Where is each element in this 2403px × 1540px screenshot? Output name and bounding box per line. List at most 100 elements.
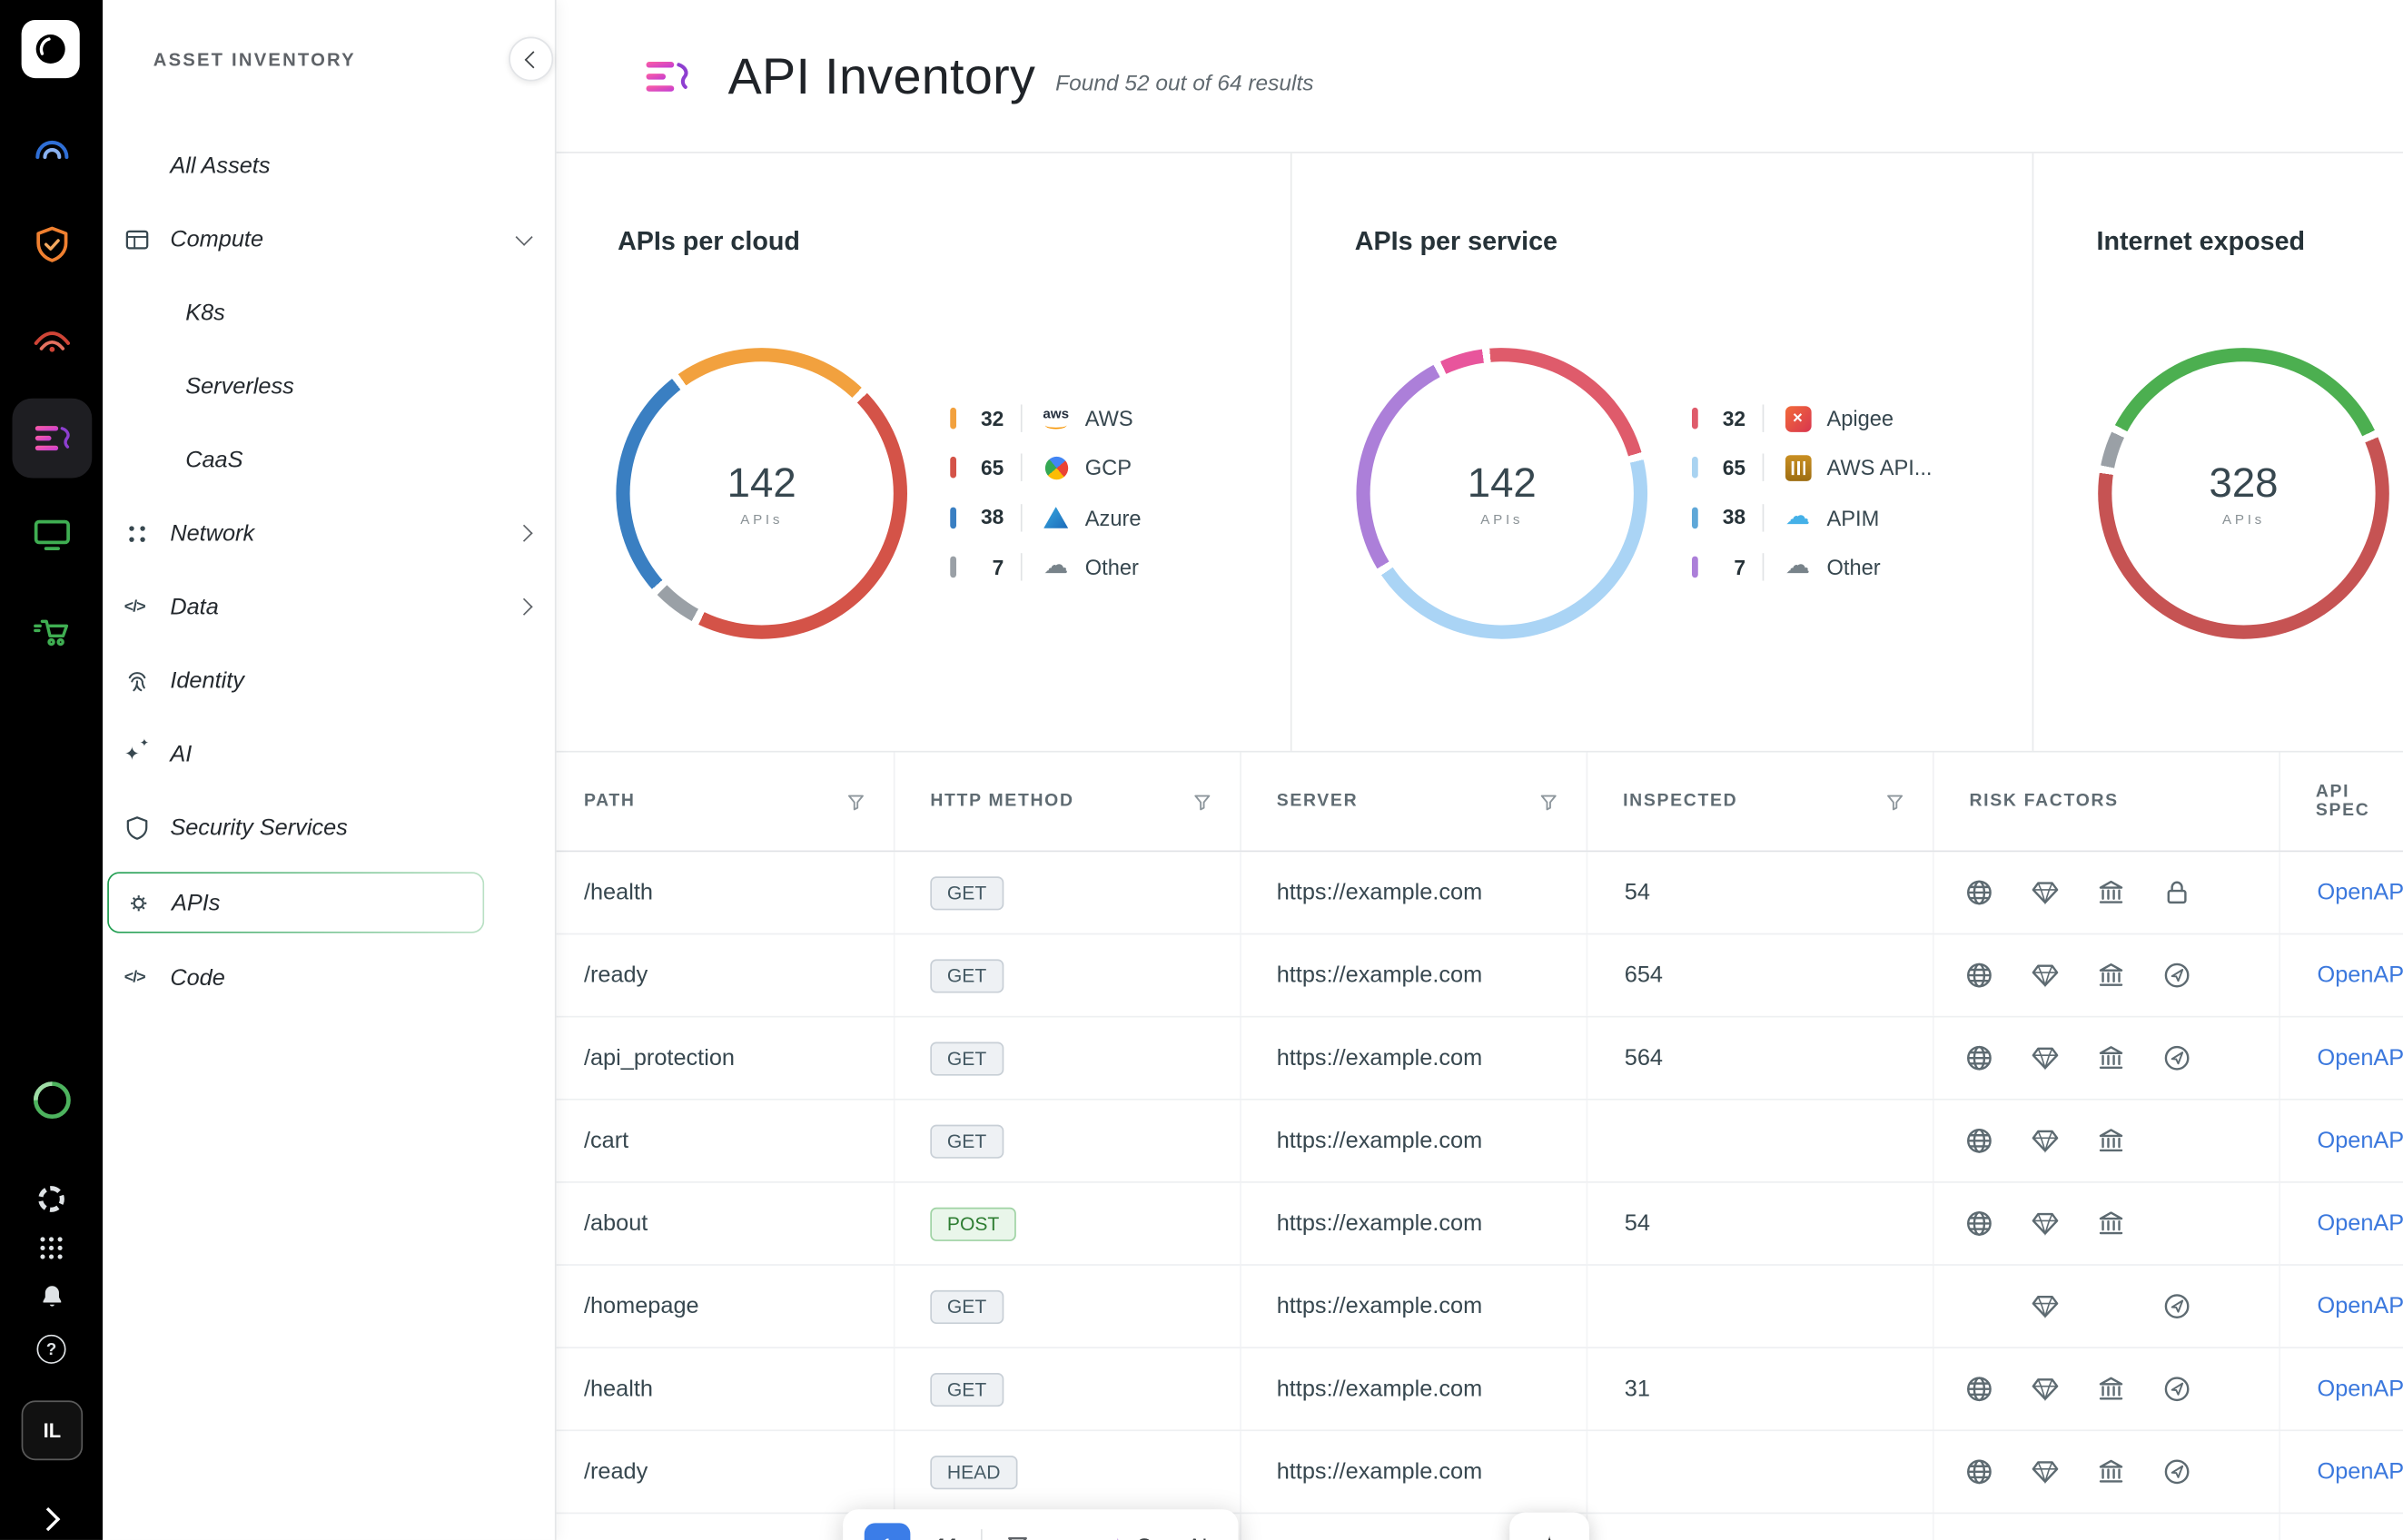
table-row[interactable]: /api_protectionGEThttps://example.com564… [555, 1018, 2403, 1101]
gem-risk-icon[interactable] [2031, 961, 2060, 990]
api-pink-icon[interactable] [12, 399, 92, 479]
gem-risk-icon[interactable] [2031, 1457, 2060, 1486]
user-avatar[interactable]: IL [22, 1400, 84, 1460]
legend-item-apim[interactable]: 38☁APIM [1692, 493, 1932, 543]
horizon-arc-icon[interactable] [12, 109, 92, 189]
api-spec-link[interactable]: OpenAPI [2318, 962, 2403, 989]
sidebar-item-compute[interactable]: Compute [103, 202, 555, 276]
table-row[interactable]: /api_protectionGEThttps://example.com99O… [555, 1514, 2403, 1540]
api-spec-link[interactable]: OpenAPI [2318, 1210, 2403, 1237]
send-risk-icon[interactable] [2162, 1043, 2191, 1072]
sidebar-collapse-button[interactable] [509, 37, 553, 82]
globe-risk-icon[interactable] [1964, 1209, 1993, 1238]
globe-risk-icon[interactable] [1964, 1375, 1993, 1404]
page-button[interactable]: 1 [865, 1523, 911, 1540]
donut-unit-label: APIs [740, 512, 783, 528]
risk-factors-cell [1934, 1101, 2280, 1181]
building-risk-icon[interactable] [2097, 1126, 2126, 1155]
sidebar-item-identity[interactable]: Identity [103, 644, 555, 717]
gem-risk-icon[interactable] [2031, 1126, 2060, 1155]
filter-icon[interactable] [846, 792, 866, 812]
bottom-toolbar: 1 44 ✦ Orca AI [843, 1509, 1238, 1540]
orca-logo[interactable] [22, 20, 80, 78]
monitor-icon[interactable] [12, 495, 92, 575]
sidebar-item-caas[interactable]: CaaS [103, 423, 555, 497]
table-row[interactable]: /healthGEThttps://example.com31OpenAPI [555, 1348, 2403, 1431]
http-method-badge: POST [930, 1207, 1016, 1240]
send-risk-icon[interactable] [2162, 1375, 2191, 1404]
floating-action-button[interactable]: ✦ [1509, 1513, 1589, 1540]
globe-risk-icon[interactable] [1964, 961, 1993, 990]
legend-item-aws-api[interactable]: 65AWS API... [1692, 443, 1932, 493]
legend-item-gcp[interactable]: 65GCP [950, 443, 1141, 493]
sidebar-item-all-assets[interactable]: All Assets [103, 129, 555, 202]
help-icon[interactable]: ? [0, 1335, 103, 1364]
ring-icon[interactable] [0, 1077, 103, 1123]
cart-icon[interactable] [12, 591, 92, 671]
radar-eye-icon[interactable] [12, 301, 92, 381]
filter-icon[interactable] [1192, 792, 1212, 812]
sidebar-item-ai[interactable]: ✦✦AI [103, 717, 555, 791]
filter-icon[interactable] [1885, 792, 1905, 812]
inspected-cell: 54 [1587, 852, 1933, 933]
sidebar-item-serverless[interactable]: Serverless [103, 350, 555, 423]
building-risk-icon[interactable] [2097, 878, 2126, 907]
table-row[interactable]: /aboutPOSThttps://example.com54OpenAPI [555, 1183, 2403, 1266]
chart-icon[interactable] [1053, 1534, 1077, 1540]
legend-item-aws[interactable]: 32awsAWS [950, 394, 1141, 444]
gem-risk-icon[interactable] [2031, 1375, 2060, 1404]
send-risk-icon[interactable] [2162, 1292, 2191, 1321]
building-risk-icon[interactable] [2097, 1043, 2126, 1072]
globe-risk-icon[interactable] [1964, 878, 1993, 907]
api-spec-link[interactable]: OpenAPI [2318, 1128, 2403, 1154]
legend-item-apigee[interactable]: 32×Apigee [1692, 394, 1932, 444]
building-risk-icon[interactable] [2097, 1457, 2126, 1486]
table-row[interactable]: /homepageGEThttps://example.comOpenAPI [555, 1266, 2403, 1348]
sidebar-item-k8s[interactable]: K8s [103, 276, 555, 350]
legend-item-other[interactable]: 7☁Other [1692, 542, 1932, 592]
send-risk-icon[interactable] [2162, 1457, 2191, 1486]
shield-orange-icon[interactable] [12, 205, 92, 285]
table-row[interactable]: /healthGEThttps://example.com54OpenAPI [555, 852, 2403, 934]
sidebar-item-security-services[interactable]: Security Services [103, 791, 555, 864]
api-spec-link[interactable]: OpenAPI [2318, 1045, 2403, 1071]
legend-item-other[interactable]: 7☁Other [950, 542, 1141, 592]
table-row[interactable]: /cartGEThttps://example.comOpenAPI [555, 1101, 2403, 1183]
sidebar-item-code[interactable]: </>Code [103, 941, 555, 1014]
table-row[interactable]: /readyHEADhttps://example.comOpenAPI [555, 1431, 2403, 1514]
orca-ai-button[interactable]: ✦ Orca AI [1100, 1532, 1217, 1540]
filter-icon[interactable] [1004, 1534, 1029, 1540]
inspected-cell [1587, 1266, 1933, 1347]
sidebar-item-data[interactable]: </>Data [103, 570, 555, 644]
api-spec-link[interactable]: OpenAPI [2318, 880, 2403, 906]
legend-item-azure[interactable]: 38Azure [950, 493, 1141, 543]
globe-risk-icon[interactable] [1964, 1457, 1993, 1486]
sidebar-item-apis[interactable]: APIs [107, 872, 484, 933]
app-window: ? IL ASSET INVENTORY All AssetsComputeK8… [0, 0, 2403, 1540]
lock-risk-icon[interactable] [2162, 878, 2191, 907]
filter-icon[interactable] [1538, 792, 1558, 812]
building-risk-icon[interactable] [2097, 961, 2126, 990]
gem-risk-icon[interactable] [2031, 1209, 2060, 1238]
api-spec-link[interactable]: OpenAPI [2318, 1293, 2403, 1319]
api-spec-link[interactable]: OpenAPI [2318, 1376, 2403, 1402]
table-row[interactable]: /readyGEThttps://example.com654OpenAPI [555, 934, 2403, 1017]
send-risk-icon[interactable] [2162, 961, 2191, 990]
expand-chevron-icon[interactable] [36, 1507, 60, 1531]
donut-center: 142 APIs [630, 361, 894, 625]
globe-risk-icon[interactable] [1964, 1043, 1993, 1072]
gem-risk-icon[interactable] [2031, 1043, 2060, 1072]
path-cell: /api_protection [555, 1018, 895, 1099]
globe-risk-icon[interactable] [1964, 1126, 1993, 1155]
apps-grid-icon[interactable] [0, 1235, 103, 1261]
api-spec-link[interactable]: OpenAPI [2318, 1459, 2403, 1486]
bell-icon[interactable] [0, 1282, 103, 1309]
building-risk-icon[interactable] [2097, 1375, 2126, 1404]
gem-risk-icon[interactable] [2031, 878, 2060, 907]
sidebar-item-label: APIs [172, 890, 220, 916]
building-risk-icon[interactable] [2097, 1209, 2126, 1238]
column-header-api-spec: API SPEC [2280, 753, 2403, 851]
gear-icon[interactable] [0, 1186, 103, 1212]
gem-risk-icon[interactable] [2031, 1292, 2060, 1321]
sidebar-item-network[interactable]: Network [103, 497, 555, 570]
